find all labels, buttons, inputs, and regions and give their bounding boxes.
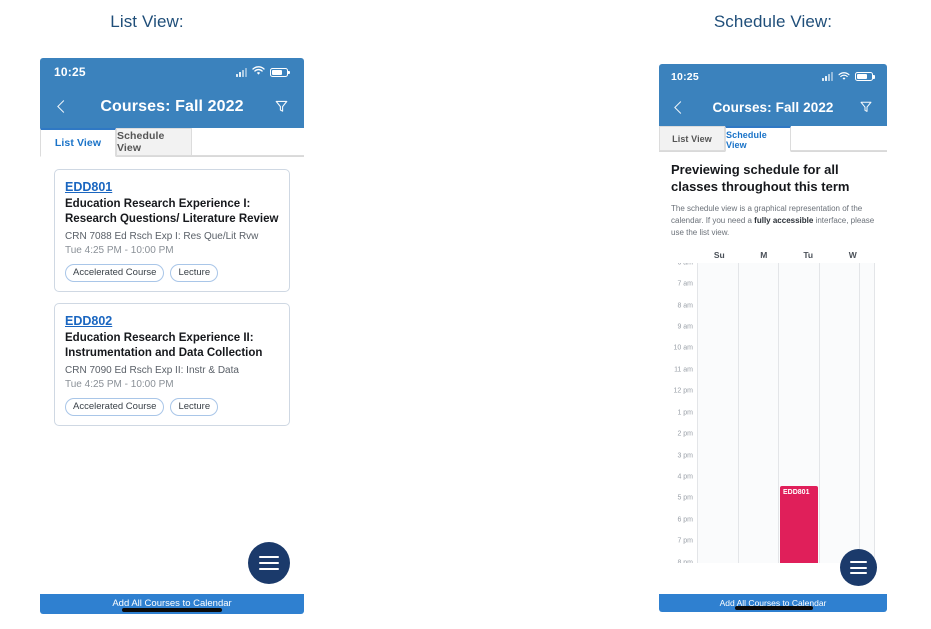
list-view-caption: List View: bbox=[110, 12, 184, 31]
time-label: 11 am bbox=[674, 366, 693, 374]
view-tabs: List View Schedule View bbox=[40, 128, 304, 157]
time-label: 8 pm bbox=[677, 559, 693, 563]
app-bar: Courses: Fall 2022 bbox=[659, 89, 887, 126]
tab-list-view[interactable]: List View bbox=[659, 126, 725, 151]
time-label: 9 am bbox=[677, 323, 693, 331]
day-columns: EDD801 bbox=[697, 262, 875, 563]
battery-icon bbox=[855, 72, 876, 81]
tag-lecture[interactable]: Lecture bbox=[170, 263, 219, 282]
filter-icon[interactable] bbox=[859, 100, 875, 116]
course-code-link[interactable]: EDD801 bbox=[65, 180, 112, 194]
back-button[interactable] bbox=[54, 99, 70, 115]
schedule-heading-line2: throughout this term bbox=[721, 178, 850, 194]
course-time: Tue 4:25 PM - 10:00 PM bbox=[65, 245, 174, 257]
wifi-icon bbox=[252, 63, 265, 81]
course-code-link[interactable]: EDD802 bbox=[65, 314, 112, 328]
course-title: Education Research Experience II: Instru… bbox=[65, 331, 279, 361]
course-tags: Accelerated Course Lecture bbox=[65, 397, 279, 416]
course-title-line2: Research Questions/ Literature Review bbox=[65, 213, 279, 226]
tab-schedule-view[interactable]: Schedule View bbox=[116, 128, 192, 156]
status-bar-time: 10:25 bbox=[671, 70, 699, 83]
tag-accelerated-course[interactable]: Accelerated Course bbox=[65, 263, 165, 282]
tabbar-filler bbox=[192, 128, 304, 156]
schedule-heading: Previewing schedule for all classes thro… bbox=[671, 162, 875, 196]
time-label: 1 pm bbox=[677, 409, 693, 417]
status-bar: 10:25 bbox=[659, 64, 887, 89]
status-bar-icons bbox=[236, 63, 291, 81]
phone-mockup-schedule-view: 10:25 Courses: Fall 2022 List View Sched… bbox=[659, 64, 887, 612]
time-label: 2 pm bbox=[677, 430, 693, 438]
view-tabs: List View Schedule View bbox=[659, 126, 887, 152]
schedule-view-caption: Schedule View: bbox=[713, 12, 833, 31]
page-title: Courses: Fall 2022 bbox=[712, 100, 834, 115]
time-label: 12 pm bbox=[673, 387, 693, 395]
page-title: Courses: Fall 2022 bbox=[100, 98, 244, 115]
schedule-grid-wrapper: Su M Tu W 6 am 7 am 8 am 9 am 10 am 11 am 12 p… bbox=[671, 250, 875, 563]
day-header-m: M bbox=[760, 249, 768, 260]
home-indicator bbox=[735, 606, 813, 610]
day-column-w[interactable] bbox=[819, 262, 860, 563]
day-header-tu: Tu bbox=[803, 249, 814, 260]
signal-icon bbox=[822, 72, 833, 81]
day-header-row: Su M Tu W bbox=[697, 250, 875, 260]
filter-icon[interactable] bbox=[274, 99, 290, 115]
time-label: 7 am bbox=[677, 280, 693, 288]
time-label: 8 am bbox=[677, 302, 693, 310]
course-title-line1: Education Research Experience I: bbox=[65, 198, 251, 210]
course-title: Education Research Experience I: Researc… bbox=[65, 197, 279, 227]
time-label: 7 pm bbox=[677, 537, 693, 545]
time-label: 10 am bbox=[673, 344, 693, 352]
time-label: 6 am bbox=[677, 262, 693, 267]
tag-lecture[interactable]: Lecture bbox=[170, 397, 219, 416]
day-column-su[interactable] bbox=[698, 262, 739, 563]
tab-list-view[interactable]: List View bbox=[40, 128, 116, 157]
schedule-description: The schedule view is a graphical represe… bbox=[671, 203, 875, 239]
home-indicator bbox=[122, 608, 222, 612]
time-label: 3 pm bbox=[677, 452, 693, 460]
tag-accelerated-course[interactable]: Accelerated Course bbox=[65, 397, 165, 416]
course-card[interactable]: EDD802 Education Research Experience II:… bbox=[54, 302, 290, 426]
tabbar-filler bbox=[791, 126, 887, 151]
wifi-icon bbox=[838, 68, 850, 86]
status-bar-icons bbox=[822, 68, 876, 86]
schedule-panel: Previewing schedule for all classes thro… bbox=[659, 152, 887, 612]
description-emphasis: fully accessible bbox=[754, 215, 814, 225]
battery-icon bbox=[270, 67, 291, 77]
signal-icon bbox=[236, 67, 247, 77]
day-column-partial[interactable] bbox=[860, 262, 875, 563]
time-label: 4 pm bbox=[677, 473, 693, 481]
day-header-su: Su bbox=[713, 249, 725, 260]
course-crn: CRN 7088 Ed Rsch Exp I: Res Que/Lit Rvw bbox=[65, 231, 259, 243]
course-title-line1: Education Research Experience II: bbox=[65, 331, 254, 344]
tab-schedule-view[interactable]: Schedule View bbox=[725, 126, 791, 152]
course-crn: CRN 7090 Ed Rsch Exp II: Instr & Data bbox=[65, 365, 239, 377]
schedule-event-edd801[interactable]: EDD801 bbox=[780, 485, 818, 563]
time-label: 6 pm bbox=[677, 516, 693, 524]
day-header-w: W bbox=[848, 249, 857, 260]
course-title-line2: Instrumentation and Data Collection bbox=[65, 347, 263, 360]
course-time: Tue 4:25 PM - 10:00 PM bbox=[65, 379, 174, 391]
time-label: 5 pm bbox=[677, 494, 693, 502]
hamburger-menu-icon[interactable] bbox=[248, 542, 290, 584]
back-button[interactable] bbox=[671, 100, 687, 116]
day-column-m[interactable] bbox=[738, 262, 779, 563]
day-column-tu[interactable]: EDD801 bbox=[779, 262, 820, 563]
phone-mockup-list-view: 10:25 Courses: Fall 2022 List View Sched… bbox=[40, 58, 304, 614]
schedule-grid[interactable]: 6 am 7 am 8 am 9 am 10 am 11 am 12 pm 1 pm 2 pm 3… bbox=[671, 262, 875, 563]
time-axis: 6 am 7 am 8 am 9 am 10 am 11 am 12 pm 1 pm 2 pm 3… bbox=[671, 263, 697, 563]
app-bar: Courses: Fall 2022 bbox=[40, 86, 304, 128]
course-tags: Accelerated Course Lecture bbox=[65, 263, 279, 282]
status-bar: 10:25 bbox=[40, 58, 304, 86]
status-bar-time: 10:25 bbox=[54, 65, 86, 79]
hamburger-menu-icon[interactable] bbox=[840, 549, 877, 586]
course-card[interactable]: EDD801 Education Research Experience I: … bbox=[54, 169, 290, 292]
